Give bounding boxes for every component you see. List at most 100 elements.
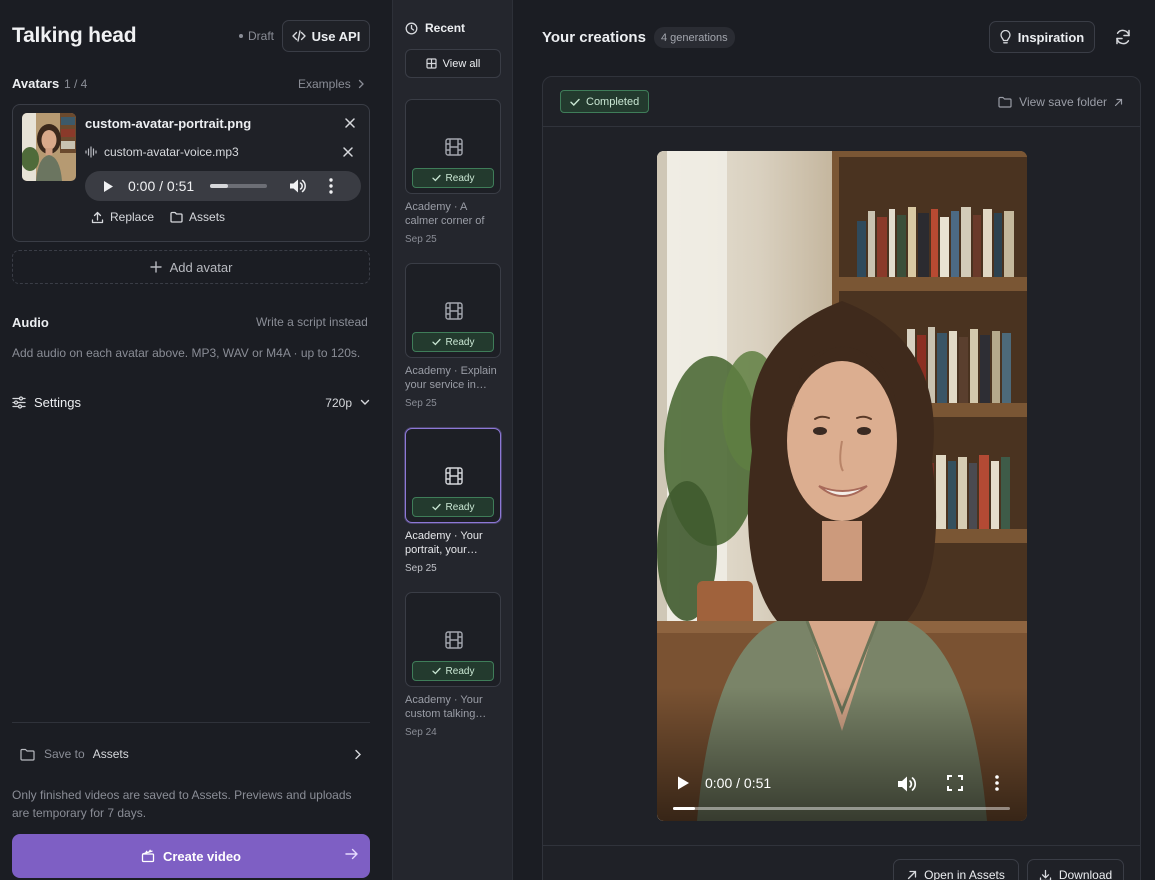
view-save-folder-link[interactable]: View save folder	[998, 95, 1123, 109]
download-button[interactable]: Download	[1027, 859, 1124, 880]
recent-date: Sep 25	[405, 398, 437, 409]
avatar-card-actions: Replace Assets	[91, 210, 225, 224]
assets-button[interactable]: Assets	[170, 210, 225, 224]
avatars-count: 1 / 4	[64, 77, 88, 91]
check-icon	[570, 98, 580, 106]
volume-icon[interactable]	[289, 178, 307, 194]
examples-label: Examples	[298, 77, 351, 91]
result-footer-divider	[543, 845, 1140, 846]
recent-thumbnail[interactable]: Ready	[405, 263, 501, 358]
add-avatar-button[interactable]: Add avatar	[12, 250, 370, 284]
use-api-button[interactable]: Use API	[282, 20, 370, 52]
view-save-folder-label: View save folder	[1019, 95, 1107, 109]
external-link-icon	[907, 870, 917, 880]
film-icon	[444, 301, 464, 321]
more-options-icon[interactable]	[329, 178, 333, 194]
status-dot	[239, 34, 243, 38]
audio-help-text: Add audio on each avatar above. MP3, WAV…	[12, 346, 361, 360]
recent-date: Sep 24	[405, 727, 437, 738]
recent-item-selected[interactable]: Ready Academy · Your portrait, your… Sep…	[405, 428, 501, 574]
grid-icon	[426, 58, 437, 69]
download-icon	[1039, 869, 1052, 880]
creations-panel: Your creations 4 generations Inspiration…	[514, 0, 1155, 880]
ready-badge: Ready	[412, 497, 494, 517]
waveform-icon	[85, 146, 98, 158]
upload-icon	[91, 211, 104, 224]
video-frame	[657, 151, 1027, 821]
result-header: Completed View save folder	[543, 77, 1140, 127]
recent-heading: Recent	[405, 21, 465, 35]
video-controls: 0:00 / 0:51	[657, 761, 1027, 821]
ready-label: Ready	[445, 501, 475, 513]
play-icon[interactable]	[103, 180, 114, 193]
check-icon	[431, 503, 441, 511]
recent-thumbnail[interactable]: Ready	[405, 99, 501, 194]
play-icon[interactable]	[676, 775, 690, 791]
audio-player: 0:00 / 0:51	[85, 171, 361, 201]
avatars-heading: Avatars	[12, 76, 60, 91]
recent-caption: Academy · A calmer corner of your day	[405, 201, 485, 227]
video-seek-bar[interactable]	[673, 807, 1010, 810]
remove-voice-button[interactable]	[342, 146, 354, 158]
ready-badge: Ready	[412, 168, 494, 188]
replace-button[interactable]: Replace	[91, 210, 154, 224]
completed-label: Completed	[586, 95, 640, 108]
lightbulb-icon	[1000, 30, 1011, 44]
replace-label: Replace	[110, 210, 155, 224]
create-video-label: Create video	[162, 848, 242, 864]
film-icon	[444, 137, 464, 157]
inspiration-label: Inspiration	[1017, 29, 1085, 45]
volume-icon[interactable]	[897, 775, 917, 793]
video-player[interactable]: 0:00 / 0:51	[657, 151, 1027, 821]
settings-row[interactable]: Settings 720p	[12, 395, 370, 410]
use-api-label: Use API	[311, 28, 361, 44]
divider	[12, 722, 370, 723]
code-icon	[291, 29, 306, 43]
page-title: Talking head	[12, 24, 137, 47]
check-icon	[431, 174, 441, 182]
recent-item[interactable]: Ready Academy · Your custom talking… Sep…	[405, 592, 501, 738]
resolution-select[interactable]: 720p	[325, 396, 370, 410]
create-video-button[interactable]: Create video	[12, 834, 370, 878]
recent-caption: Academy · Explain your service in…	[405, 365, 497, 391]
save-destination: Assets	[92, 747, 129, 761]
ready-label: Ready	[445, 336, 475, 348]
view-all-label: View all	[442, 57, 481, 70]
save-to-label: Save to	[44, 747, 85, 761]
open-in-assets-button[interactable]: Open in Assets	[893, 859, 1019, 880]
refresh-button[interactable]	[1114, 28, 1132, 46]
view-all-button[interactable]: View all	[405, 49, 501, 78]
recent-caption: Academy · Your portrait, your…	[405, 530, 483, 556]
audio-seek-bar[interactable]	[210, 184, 268, 188]
recent-item[interactable]: Ready Academy · Explain your service in……	[405, 263, 501, 409]
save-to-row[interactable]: Save to Assets	[20, 747, 362, 761]
folder-icon	[20, 748, 35, 761]
audio-seek-progress	[210, 184, 229, 188]
download-label: Download	[1058, 868, 1113, 880]
film-icon	[444, 466, 464, 486]
avatar-thumbnail[interactable]	[22, 113, 76, 181]
draft-status: Draft	[239, 29, 274, 43]
avatar-card: custom-avatar-portrait.png custom-avatar…	[12, 104, 370, 242]
recent-thumbnail[interactable]: Ready	[405, 428, 501, 523]
settings-label: Settings	[34, 395, 81, 410]
write-script-link[interactable]: Write a script instead	[256, 315, 368, 329]
close-icon	[342, 146, 354, 158]
assets-label: Assets	[189, 210, 226, 224]
chevron-right-icon	[354, 749, 362, 760]
inspiration-button[interactable]: Inspiration	[989, 21, 1095, 53]
close-icon	[344, 117, 356, 129]
fullscreen-icon[interactable]	[947, 775, 963, 791]
recent-caption: Academy · Your custom talking…	[405, 694, 487, 720]
ready-label: Ready	[445, 172, 475, 184]
more-options-icon[interactable]	[995, 775, 999, 791]
recent-thumbnail[interactable]: Ready	[405, 592, 501, 687]
remove-image-button[interactable]	[344, 117, 356, 129]
sliders-icon	[12, 396, 26, 409]
resolution-value: 720p	[325, 395, 352, 410]
chevron-right-icon	[357, 79, 365, 89]
plus-icon	[149, 261, 162, 273]
recent-item[interactable]: Ready Academy · A calmer corner of your …	[405, 99, 501, 245]
examples-link[interactable]: Examples	[298, 77, 365, 91]
ready-badge: Ready	[412, 332, 494, 352]
